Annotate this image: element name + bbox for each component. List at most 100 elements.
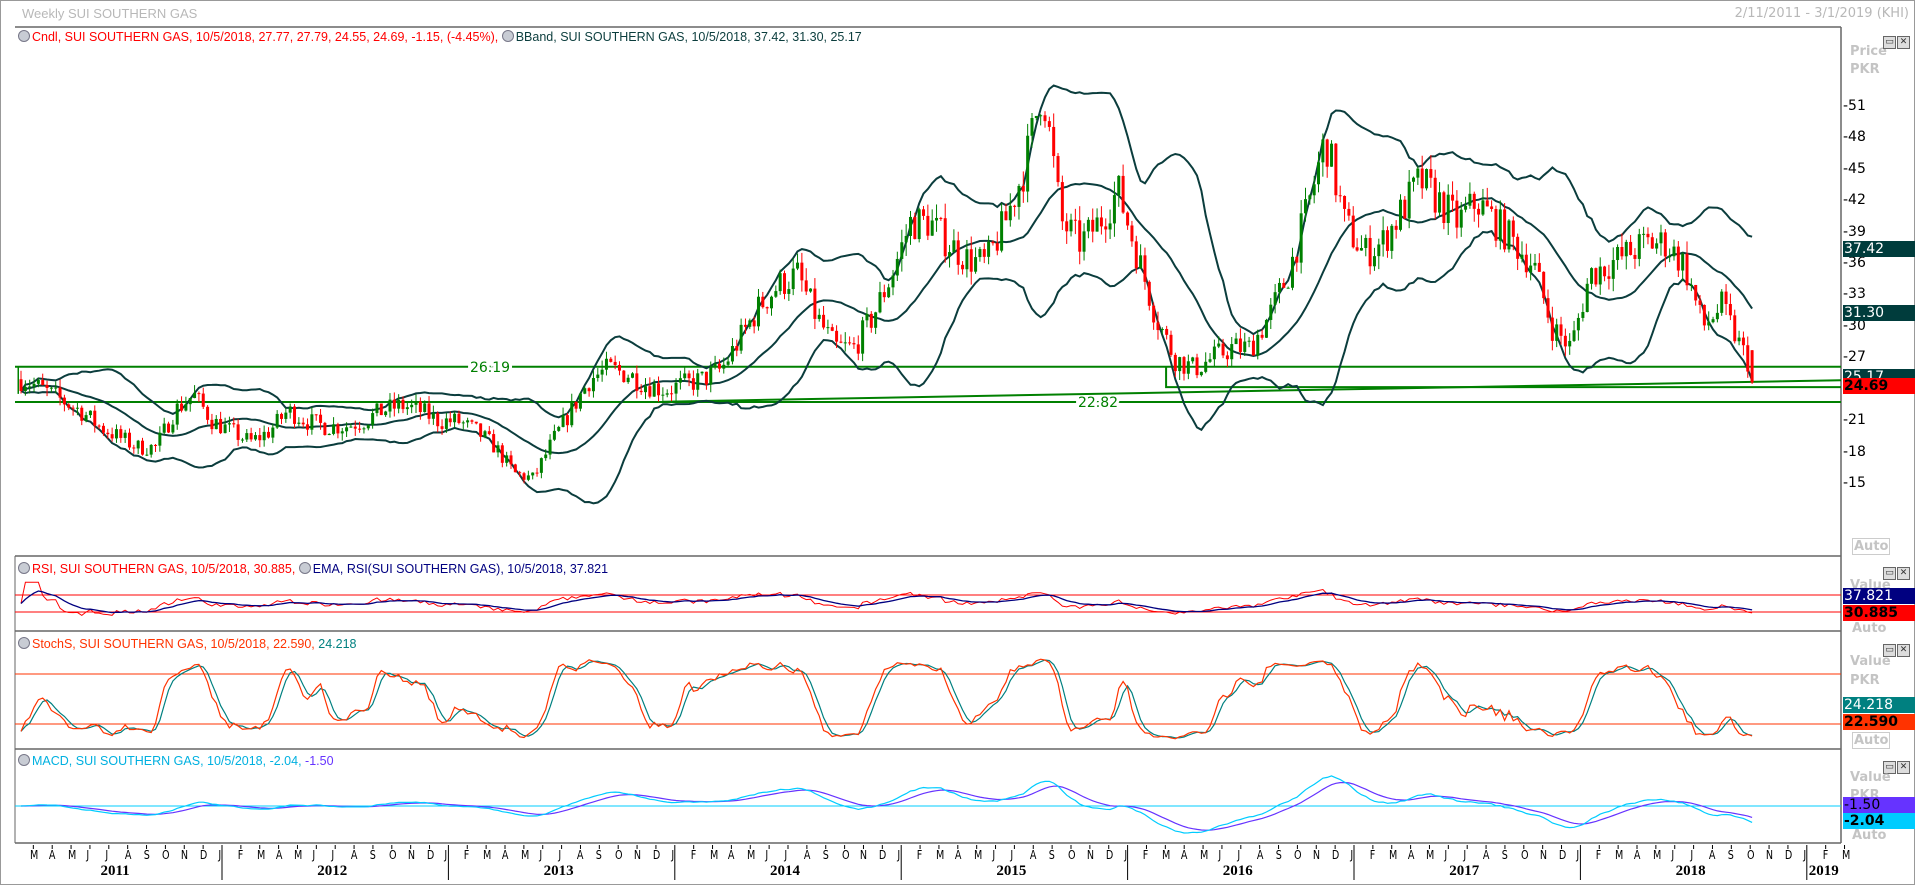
candle-body xyxy=(1650,237,1654,249)
rsi-auto-button[interactable]: Auto xyxy=(1852,621,1886,636)
candle-body xyxy=(453,413,457,423)
price-tick-label: -36 xyxy=(1843,255,1866,272)
month-label: M xyxy=(747,848,756,862)
candle-body xyxy=(193,393,197,399)
candle-body xyxy=(1251,340,1255,356)
candle-body xyxy=(1351,215,1355,248)
candle-body xyxy=(1217,343,1221,347)
candle-body xyxy=(1221,343,1225,356)
stoch-auto-button[interactable]: Auto xyxy=(1852,732,1891,749)
candle-body xyxy=(1537,262,1541,272)
legend-toggle-icon[interactable] xyxy=(501,30,514,42)
candle-body xyxy=(995,243,999,251)
legend-toggle-icon[interactable] xyxy=(18,30,30,42)
year-label: 2018 xyxy=(1675,863,1706,879)
candle-body xyxy=(106,432,110,435)
candle-body xyxy=(1555,324,1559,341)
month-label: A xyxy=(1709,848,1716,862)
candle-body xyxy=(1385,230,1389,251)
candle-body xyxy=(1199,371,1203,376)
candle-body xyxy=(110,434,114,439)
year-label: 2013 xyxy=(543,863,574,879)
candle-legend[interactable]: Cndl, SUI SOUTHERN GAS, 10/5/2018, 27.77… xyxy=(18,30,862,44)
legend-toggle-icon[interactable] xyxy=(18,637,30,649)
candle-body xyxy=(1021,185,1025,192)
minimize-icon[interactable]: ▭ xyxy=(1883,36,1896,49)
month-label: M xyxy=(483,848,492,862)
candle-body xyxy=(813,288,817,319)
candle-body xyxy=(1312,184,1316,196)
candle-body xyxy=(687,373,691,379)
month-label: M xyxy=(30,848,39,862)
candle-body xyxy=(548,439,552,455)
candle-body xyxy=(509,455,513,465)
candle-body xyxy=(1403,199,1407,219)
month-label: A xyxy=(124,848,132,862)
candle-body xyxy=(1603,266,1607,277)
candle-body xyxy=(1078,220,1082,252)
candle-body xyxy=(1186,361,1190,374)
rising-trend-line xyxy=(663,379,1842,403)
candle-body xyxy=(306,424,310,430)
close-icon[interactable]: ✕ xyxy=(1897,567,1910,580)
candle-body xyxy=(210,419,214,430)
candle-body xyxy=(1394,225,1398,230)
chart-canvas[interactable]: 26.19 22.82 xyxy=(0,0,1915,885)
candle-body xyxy=(19,379,23,391)
close-icon[interactable]: ✕ xyxy=(1897,644,1910,657)
candle-body xyxy=(188,398,192,405)
legend-toggle-icon[interactable] xyxy=(18,562,30,574)
macd-auto-button[interactable]: Auto xyxy=(1852,828,1886,843)
candle-body xyxy=(1139,255,1143,269)
candle-body xyxy=(1082,231,1086,252)
month-label: O xyxy=(388,848,397,862)
legend-toggle-icon[interactable] xyxy=(18,754,30,766)
candle-body xyxy=(1464,205,1468,210)
candle-body xyxy=(635,373,639,391)
candle-body xyxy=(1490,206,1494,209)
candle-body xyxy=(358,428,362,430)
rsi-legend[interactable]: RSI, SUI SOUTHERN GAS, 10/5/2018, 30.885… xyxy=(18,562,608,576)
rsi-ema-value-box: 37.821 xyxy=(1843,588,1915,604)
candle-body xyxy=(1663,232,1667,257)
candle-body xyxy=(661,394,665,396)
candle-body xyxy=(1446,194,1450,223)
candle-body xyxy=(1429,169,1433,178)
price-auto-button[interactable]: Auto xyxy=(1852,538,1891,555)
candle-body xyxy=(791,268,795,290)
macd-legend[interactable]: MACD, SUI SOUTHERN GAS, 10/5/2018, -2.04… xyxy=(18,754,334,768)
year-label: 2014 xyxy=(770,863,800,879)
candle-body xyxy=(384,411,388,416)
candle-body xyxy=(1095,217,1099,232)
close-icon[interactable]: ✕ xyxy=(1897,36,1910,49)
close-icon[interactable]: ✕ xyxy=(1897,761,1910,774)
month-label: N xyxy=(1313,848,1321,862)
candle-body xyxy=(1629,241,1633,255)
month-label: S xyxy=(1275,848,1282,862)
candle-body xyxy=(1169,334,1173,355)
candle-body xyxy=(249,433,253,440)
month-label: M xyxy=(1388,848,1398,862)
candle-body xyxy=(952,240,956,253)
candle-body xyxy=(1550,317,1554,341)
candle-body xyxy=(32,383,36,387)
candle-body xyxy=(1060,182,1064,222)
candle-body xyxy=(71,407,75,409)
month-label: A xyxy=(1030,848,1037,862)
candle-body xyxy=(783,273,787,294)
legend-toggle-icon[interactable] xyxy=(298,562,311,574)
candle-body xyxy=(127,432,131,448)
candle-body xyxy=(1130,225,1134,242)
candle-body xyxy=(219,418,223,434)
month-label: J xyxy=(1576,848,1580,862)
candle-body xyxy=(882,292,886,298)
candle-body xyxy=(184,404,188,411)
rsi-legend-text: RSI, SUI SOUTHERN GAS, 10/5/2018, 30.885… xyxy=(32,562,296,576)
month-label: A xyxy=(1482,848,1490,862)
candle-body xyxy=(266,431,270,438)
candle-body xyxy=(1481,200,1485,215)
stoch-legend[interactable]: StochS, SUI SOUTHERN GAS, 10/5/2018, 22.… xyxy=(18,637,357,651)
candle-body xyxy=(1468,193,1472,206)
candle-body xyxy=(1485,200,1489,207)
candle-body xyxy=(1529,265,1533,273)
